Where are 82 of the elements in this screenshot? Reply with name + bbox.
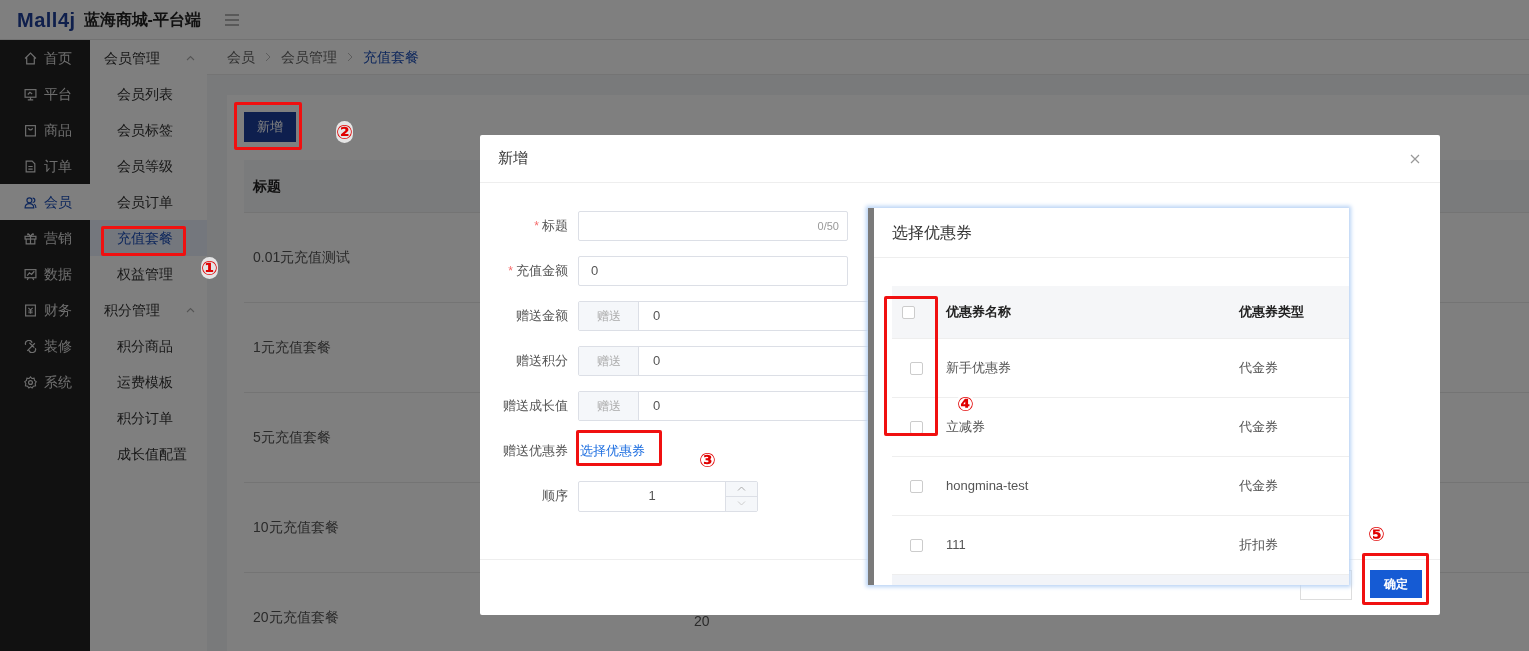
table-cell-text: 0.01元充值测试 — [253, 248, 352, 267]
chart-icon — [24, 267, 37, 281]
char-counter: 0/50 — [817, 218, 839, 234]
bag-icon — [24, 123, 37, 137]
required-mark: * — [508, 263, 513, 280]
table-cell-text: 10元充值套餐 — [253, 518, 340, 537]
menu-item[interactable]: 会员等级 — [90, 148, 207, 184]
field-label: 顺序 — [542, 487, 568, 506]
breadcrumb-link[interactable]: 会员 — [227, 46, 255, 68]
chevron-up-icon — [186, 55, 195, 61]
users-icon — [24, 195, 37, 209]
highlight-box — [1362, 553, 1429, 605]
step-number: ① — [201, 257, 218, 279]
chevron-right-icon — [347, 52, 353, 62]
menu-item[interactable]: 积分订单 — [90, 400, 207, 436]
nav-item[interactable]: 数据 — [0, 256, 90, 292]
field-label: 充值金额 — [516, 262, 568, 281]
chevron-right-icon — [265, 52, 271, 62]
dialog-title: 新增 — [498, 148, 528, 169]
menu-item[interactable]: 积分商品 — [90, 328, 207, 364]
menu-group[interactable]: 会员管理 — [90, 40, 207, 76]
table-cell-text: 111 — [946, 536, 967, 555]
menu-item[interactable]: 会员标签 — [90, 112, 207, 148]
column-header: 优惠券类型 — [1239, 303, 1304, 322]
document-icon — [24, 159, 37, 173]
logo: Mall4j — [17, 7, 76, 33]
nav-item[interactable]: 会员 — [0, 184, 90, 220]
link[interactable]: 选择优惠券 — [580, 441, 645, 461]
table-cell-text: hongmina-test — [946, 477, 1030, 496]
required-mark: * — [534, 218, 539, 235]
column-header: 标题 — [253, 176, 281, 196]
field-label: 赠送成长值 — [503, 397, 568, 416]
nav-item[interactable]: 财务 — [0, 292, 90, 328]
checkbox[interactable] — [910, 538, 923, 552]
table-cell-text: 代金券 — [1239, 359, 1278, 378]
menu-group[interactable]: 积分管理 — [90, 292, 207, 328]
table-cell-text: 新手优惠券 — [946, 359, 1012, 378]
table-cell-text: 折扣券 — [1239, 536, 1278, 555]
step-number: ② — [336, 121, 353, 143]
checkbox[interactable] — [910, 479, 923, 493]
nav-item[interactable]: 平台 — [0, 76, 90, 112]
nav-item[interactable]: 系统 — [0, 364, 90, 400]
close-icon[interactable] — [1410, 153, 1420, 164]
table-cell-text: 立减券 — [946, 418, 986, 437]
nav-item[interactable]: 装修 — [0, 328, 90, 364]
checkbox[interactable] — [910, 361, 923, 375]
field-label: 赠送优惠券 — [503, 442, 568, 461]
home-icon — [24, 51, 37, 65]
monitor-icon — [24, 87, 37, 101]
field-label: 赠送积分 — [516, 352, 568, 371]
nav-item[interactable]: 商品 — [0, 112, 90, 148]
table-cell-text: 5元充值套餐 — [253, 428, 332, 447]
input-field[interactable]: 0/50 — [578, 211, 848, 241]
ledger-icon — [24, 303, 37, 317]
nav-item[interactable]: 营销 — [0, 220, 90, 256]
field-label: 赠送金额 — [516, 307, 568, 326]
menu-icon[interactable] — [224, 13, 239, 26]
field-label: 标题 — [542, 217, 568, 236]
add-button[interactable]: 新增 — [244, 112, 296, 142]
breadcrumb-link[interactable]: 会员管理 — [281, 46, 337, 68]
settings-icon — [24, 375, 37, 389]
highlight-box — [234, 102, 302, 150]
nav-item[interactable]: 订单 — [0, 148, 90, 184]
menu-item[interactable]: 会员列表 — [90, 76, 207, 112]
menu-item[interactable]: 运费模板 — [90, 364, 207, 400]
menu-item[interactable]: 会员订单 — [90, 184, 207, 220]
app-title: 蓝海商城-平台端 — [83, 9, 201, 30]
table-cell-text: 20元充值套餐 — [253, 608, 340, 627]
checkbox[interactable] — [902, 305, 915, 319]
menu-item[interactable]: 成长值配置 — [90, 436, 207, 472]
brush-icon — [24, 339, 37, 353]
table-cell-text: 代金券 — [1239, 418, 1278, 437]
nav-item[interactable]: 首页 — [0, 40, 90, 76]
chevron-up-icon — [186, 307, 195, 313]
input-field[interactable]: 0 — [578, 256, 848, 286]
column-header: 优惠券名称 — [946, 303, 1012, 322]
table-cell-text: 20 — [694, 612, 710, 631]
dialog-title: 选择优惠券 — [892, 222, 972, 243]
confirm-button[interactable]: 确定 — [1370, 570, 1422, 598]
table-cell-text: 1元充值套餐 — [253, 338, 332, 357]
table-cell-text: 代金券 — [1239, 477, 1278, 496]
gift-icon — [24, 231, 37, 245]
